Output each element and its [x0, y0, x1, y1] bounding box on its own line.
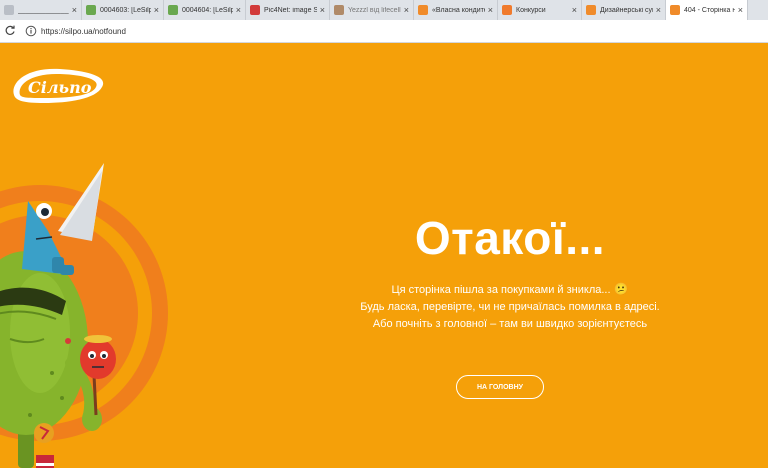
- tab-label: Pic4Net: image Sa: [264, 6, 317, 14]
- close-icon[interactable]: ×: [404, 5, 409, 15]
- browser-tab[interactable]: 0004604: [LeSilpo ×: [164, 0, 246, 20]
- message-line: Ця сторінка пішла за покупками й зникла.…: [300, 282, 720, 296]
- tab-label: _____________: [18, 6, 69, 14]
- close-icon[interactable]: ×: [154, 5, 159, 15]
- tab-favicon: [670, 5, 680, 15]
- browser-tab-active[interactable]: 404 - Сторінка не ×: [666, 0, 748, 20]
- close-icon[interactable]: ×: [656, 5, 661, 15]
- browser-tab[interactable]: «Власна кондите ×: [414, 0, 498, 20]
- tab-favicon: [86, 5, 96, 15]
- browser-tab[interactable]: 0004603: [LeSilpo ×: [82, 0, 164, 20]
- tab-favicon: [4, 5, 14, 15]
- tab-label: 0004604: [LeSilpo: [182, 6, 233, 14]
- reload-icon[interactable]: [2, 23, 18, 39]
- close-icon[interactable]: ×: [236, 5, 241, 15]
- tab-favicon: [334, 5, 344, 15]
- browser-tab[interactable]: Pic4Net: image Sa ×: [246, 0, 330, 20]
- browser-tab[interactable]: Конкурси ×: [498, 0, 582, 20]
- tab-favicon: [250, 5, 260, 15]
- tab-label: Дизайнерські сум: [600, 6, 653, 14]
- address-toolbar: https://silpo.ua/notfound: [0, 20, 768, 43]
- message-text: Ця сторінка пішла за покупками й зникла.…: [391, 284, 611, 296]
- page-title: Отакої...: [414, 212, 606, 264]
- tab-favicon: [586, 5, 596, 15]
- browser-tab[interactable]: Дизайнерські сум ×: [582, 0, 666, 20]
- emoji-confused: 😕: [613, 282, 629, 296]
- browser-tab[interactable]: _____________ ×: [0, 0, 82, 20]
- home-button[interactable]: НА ГОЛОВНУ: [456, 375, 544, 399]
- page-404: Сільпо Отакої... Ця сторінка пішла за по…: [0, 43, 768, 468]
- silpo-logo[interactable]: Сільпо: [8, 65, 106, 105]
- close-icon[interactable]: ×: [572, 5, 577, 15]
- mascot: [0, 163, 168, 468]
- tab-strip: _____________ × 0004603: [LeSilpo × 0004…: [0, 0, 768, 20]
- close-icon[interactable]: ×: [320, 5, 325, 15]
- tab-label: Yezzzl від lifecell: [348, 6, 401, 14]
- svg-text:Сільпо: Сільпо: [28, 78, 92, 97]
- message-line: Будь ласка, перевірте, чи не причаїлась …: [360, 301, 660, 313]
- site-info-icon[interactable]: [24, 24, 38, 38]
- address-bar-url[interactable]: https://silpo.ua/notfound: [41, 27, 126, 36]
- close-icon[interactable]: ×: [488, 5, 493, 15]
- tab-label: Конкурси: [516, 6, 546, 14]
- tab-favicon: [168, 5, 178, 15]
- tab-label: «Власна кондите: [432, 6, 485, 14]
- browser-tab[interactable]: Yezzzl від lifecell ×: [330, 0, 414, 20]
- close-icon[interactable]: ×: [738, 5, 743, 15]
- tab-favicon: [418, 5, 428, 15]
- tab-label: 404 - Сторінка не: [684, 6, 735, 14]
- tab-label: 0004603: [LeSilpo: [100, 6, 151, 14]
- message-line: Або почніть з головної – там ви швидко з…: [372, 318, 648, 330]
- close-icon[interactable]: ×: [72, 5, 77, 15]
- tab-favicon: [502, 5, 512, 15]
